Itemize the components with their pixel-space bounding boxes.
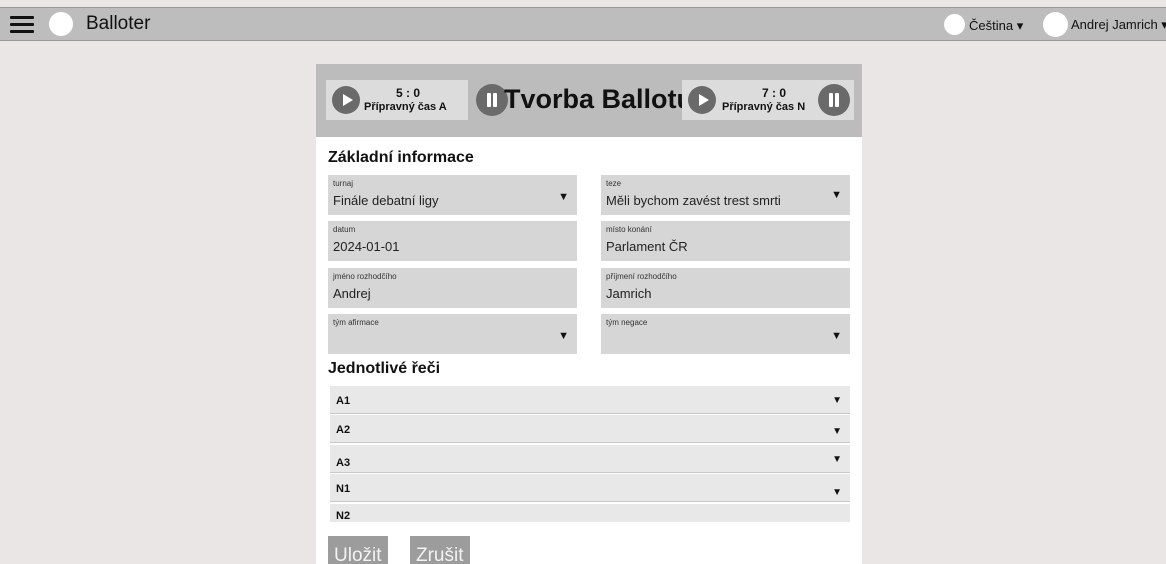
affirmative-team-select[interactable]: tým afirmace ▼ bbox=[328, 314, 577, 354]
field-label: tým afirmace bbox=[333, 318, 379, 327]
timer-a-score: 5 : 0 bbox=[396, 86, 421, 100]
page-title: Tvorba Ballotu bbox=[504, 84, 694, 114]
speech-label: A2 bbox=[336, 424, 351, 436]
field-label: příjmení rozhodčího bbox=[606, 272, 677, 281]
avatar[interactable] bbox=[1043, 12, 1068, 37]
basic-info-heading: Základní informace bbox=[328, 149, 474, 166]
field-value: Andrej bbox=[333, 286, 371, 301]
timer-n-score: 7 : 0 bbox=[762, 86, 787, 100]
language-flag-icon bbox=[944, 14, 965, 35]
tournament-select[interactable]: turnaj Finále debatní ligy ▼ bbox=[328, 175, 577, 215]
speech-label: A1 bbox=[336, 395, 351, 407]
field-value: Jamrich bbox=[606, 286, 652, 301]
top-bar: Balloter Čeština ▾ Andrej Jamrich ▾ bbox=[0, 7, 1166, 41]
field-value: Měli bychom zavést trest smrti bbox=[606, 193, 781, 208]
chevron-down-icon: ▼ bbox=[832, 426, 842, 437]
timer-a-label: Přípravný čas A bbox=[364, 101, 447, 113]
field-value: Finále debatní ligy bbox=[333, 193, 439, 208]
chevron-down-icon: ▼ bbox=[558, 330, 569, 342]
field-label: místo konání bbox=[606, 225, 652, 234]
venue-field[interactable]: místo konání Parlament ČR bbox=[601, 221, 850, 261]
speeches-heading: Jednotlivé řeči bbox=[328, 360, 441, 377]
speech-row-a3[interactable]: A3 ▼ bbox=[330, 445, 850, 473]
speech-row-n1[interactable]: N1 ▼ bbox=[330, 474, 850, 502]
date-field[interactable]: datum 2024-01-01 bbox=[328, 221, 577, 261]
speech-row-a2[interactable]: A2 ▼ bbox=[330, 415, 850, 443]
save-button[interactable]: Uložit bbox=[328, 536, 388, 564]
play-icon[interactable] bbox=[688, 86, 716, 114]
chevron-down-icon: ▼ bbox=[832, 395, 842, 406]
logo-icon bbox=[49, 12, 73, 36]
negative-team-select[interactable]: tým negace ▼ bbox=[601, 314, 850, 354]
speech-label: A3 bbox=[336, 457, 351, 469]
speech-label: N2 bbox=[336, 510, 351, 522]
field-label: tým negace bbox=[606, 318, 648, 327]
speech-row-a1[interactable]: A1 ▼ bbox=[330, 386, 850, 414]
chevron-down-icon: ▼ bbox=[558, 191, 569, 203]
chevron-down-icon: ▼ bbox=[832, 454, 842, 465]
field-value: 2024-01-01 bbox=[333, 239, 400, 254]
field-value: Parlament ČR bbox=[606, 239, 688, 254]
card-header: 5 : 0 Přípravný čas A Tvorba Ballotu 7 :… bbox=[316, 64, 862, 137]
timer-affirmative: 5 : 0 Přípravný čas A bbox=[326, 80, 508, 120]
field-label: teze bbox=[606, 179, 622, 188]
menu-icon[interactable] bbox=[10, 16, 34, 34]
motion-select[interactable]: teze Měli bychom zavést trest smrti ▼ bbox=[601, 175, 850, 215]
timer-negative: 7 : 0 Přípravný čas N bbox=[682, 80, 854, 120]
judge-first-name-field[interactable]: jméno rozhodčího Andrej bbox=[328, 268, 577, 308]
timer-n-label: Přípravný čas N bbox=[722, 101, 806, 113]
pause-icon[interactable] bbox=[818, 84, 850, 116]
field-label: datum bbox=[333, 225, 356, 234]
chevron-down-icon: ▼ bbox=[831, 189, 842, 201]
app-title: Balloter bbox=[86, 13, 151, 34]
speech-label: N1 bbox=[336, 483, 351, 495]
judge-last-name-field[interactable]: příjmení rozhodčího Jamrich bbox=[601, 268, 850, 308]
field-label: jméno rozhodčího bbox=[333, 272, 397, 281]
speech-row-n2[interactable]: N2 bbox=[330, 504, 850, 522]
cancel-button[interactable]: Zrušit bbox=[410, 536, 470, 564]
play-icon[interactable] bbox=[332, 86, 360, 114]
ballot-form-card: 5 : 0 Přípravný čas A Tvorba Ballotu 7 :… bbox=[316, 64, 862, 564]
chevron-down-icon: ▼ bbox=[831, 330, 842, 342]
user-menu[interactable]: Andrej Jamrich ▾ bbox=[1071, 17, 1166, 33]
language-selector[interactable]: Čeština ▾ bbox=[969, 18, 1023, 34]
field-label: turnaj bbox=[333, 179, 354, 188]
chevron-down-icon: ▼ bbox=[832, 487, 842, 498]
